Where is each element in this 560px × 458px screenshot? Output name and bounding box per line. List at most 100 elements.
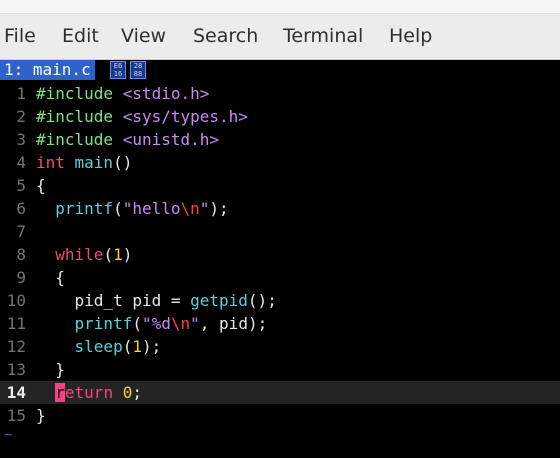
vim-editor[interactable]: 1: main.c E6 16 28 88 1 #include <stdio.h… — [0, 60, 560, 458]
code-line[interactable]: 11 printf("%d\n", pid); — [0, 312, 560, 335]
line-number: 9 — [16, 268, 26, 287]
code-token: { — [36, 176, 46, 195]
code-token: ; — [132, 383, 142, 402]
line-code: int main() — [36, 151, 132, 174]
code-token: "%d — [141, 314, 171, 333]
code-token: #include — [36, 130, 123, 149]
code-line[interactable]: 6 printf("hello\n"); — [0, 197, 560, 220]
line-code: #include <sys/types.h> — [36, 105, 248, 128]
line-number: 1 — [16, 84, 26, 103]
line-number: 5 — [16, 176, 26, 195]
code-token: { — [36, 268, 65, 287]
code-token: ( — [103, 245, 114, 264]
code-token: } — [36, 406, 46, 425]
line-code: pid_t pid = getpid(); — [36, 289, 277, 312]
line-code: #include <unistd.h> — [36, 128, 219, 151]
code-token: , pid); — [199, 314, 268, 333]
text-cursor: r — [55, 383, 65, 402]
code-token: ( — [132, 314, 142, 333]
line-code: printf("hello\n"); — [36, 197, 229, 220]
line-number: 10 — [6, 291, 26, 310]
code-token: pid_t pid = — [36, 291, 191, 310]
code-token: 0 — [122, 383, 133, 402]
line-number: 6 — [16, 199, 26, 218]
line-number: 2 — [16, 107, 26, 126]
line-number: 4 — [16, 153, 26, 172]
menu-search[interactable]: Search — [193, 22, 258, 50]
tab-main-c[interactable]: 1: main.c — [0, 60, 95, 80]
code-token: ( — [122, 337, 133, 356]
menu-view[interactable]: View — [121, 22, 166, 50]
empty-line-tilde: ~ — [4, 427, 13, 443]
code-token: #include — [36, 84, 123, 103]
line-code: { — [36, 266, 65, 289]
code-line[interactable]: 9 { — [0, 266, 560, 289]
code-token: ); — [209, 199, 229, 218]
menu-terminal[interactable]: Terminal — [283, 22, 363, 50]
code-token: sleep — [74, 337, 123, 356]
code-line[interactable]: 7 — [0, 220, 560, 243]
glyph-icon: E6 16 — [110, 61, 126, 79]
code-token: getpid — [190, 291, 248, 310]
code-line[interactable]: 12 sleep(1); — [0, 335, 560, 358]
code-token: printf — [55, 199, 114, 218]
line-code: printf("%d\n", pid); — [36, 312, 268, 335]
code-token: } — [36, 360, 65, 379]
line-code: { — [36, 174, 46, 197]
code-token: ) — [122, 245, 133, 264]
menubar: File Edit View Search Terminal Help — [0, 0, 560, 60]
code-line[interactable]: 14 return 0; — [0, 381, 560, 404]
menu-edit[interactable]: Edit — [62, 22, 99, 50]
code-token: int — [36, 153, 75, 172]
code-line[interactable]: 1 #include <stdio.h> — [0, 82, 560, 105]
code-token: printf — [74, 314, 133, 333]
line-number: 7 — [16, 222, 26, 241]
line-code: } — [36, 404, 46, 427]
code-token: #include — [36, 107, 123, 126]
glyph-icon: 28 88 — [130, 61, 146, 79]
code-token: " — [190, 314, 200, 333]
line-number: 15 — [6, 406, 26, 425]
code-token: main — [74, 153, 114, 172]
code-token: <sys/types.h> — [122, 107, 248, 126]
menu-file[interactable]: File — [4, 22, 36, 50]
code-token: 1 — [132, 337, 142, 356]
code-token: ( — [113, 199, 123, 218]
line-code: #include <stdio.h> — [36, 82, 209, 105]
code-token: 1 — [113, 245, 123, 264]
code-line[interactable]: 4 int main() — [0, 151, 560, 174]
code-token: while — [55, 245, 104, 264]
code-line[interactable]: 15} — [0, 404, 560, 427]
code-token: () — [113, 153, 133, 172]
line-number: 3 — [16, 130, 26, 149]
code-token: " — [199, 199, 210, 218]
line-number: 12 — [6, 337, 26, 356]
code-line[interactable]: 10 pid_t pid = getpid(); — [0, 289, 560, 312]
line-number: 8 — [16, 245, 26, 264]
line-code: } — [36, 358, 65, 381]
code-line[interactable]: 3 #include <unistd.h> — [0, 128, 560, 151]
code-token: ); — [141, 337, 162, 356]
code-token: "hello — [122, 199, 181, 218]
line-code: return 0; — [36, 381, 142, 404]
code-token: eturn — [64, 383, 123, 402]
code-token: <unistd.h> — [122, 130, 220, 149]
code-line[interactable]: 5{ — [0, 174, 560, 197]
menu-help[interactable]: Help — [389, 22, 432, 50]
code-line[interactable]: 13 } — [0, 358, 560, 381]
code-line[interactable]: 2 #include <sys/types.h> — [0, 105, 560, 128]
title-bar-edge — [0, 0, 560, 14]
line-number: 14 — [6, 383, 26, 402]
code-line[interactable]: 8 while(1) — [0, 243, 560, 266]
code-token: <stdio.h> — [122, 84, 210, 103]
line-number: 11 — [6, 314, 26, 333]
line-code: while(1) — [36, 243, 132, 266]
code-token: \n — [180, 199, 200, 218]
code-token: (); — [247, 291, 277, 310]
line-code: sleep(1); — [36, 335, 162, 358]
